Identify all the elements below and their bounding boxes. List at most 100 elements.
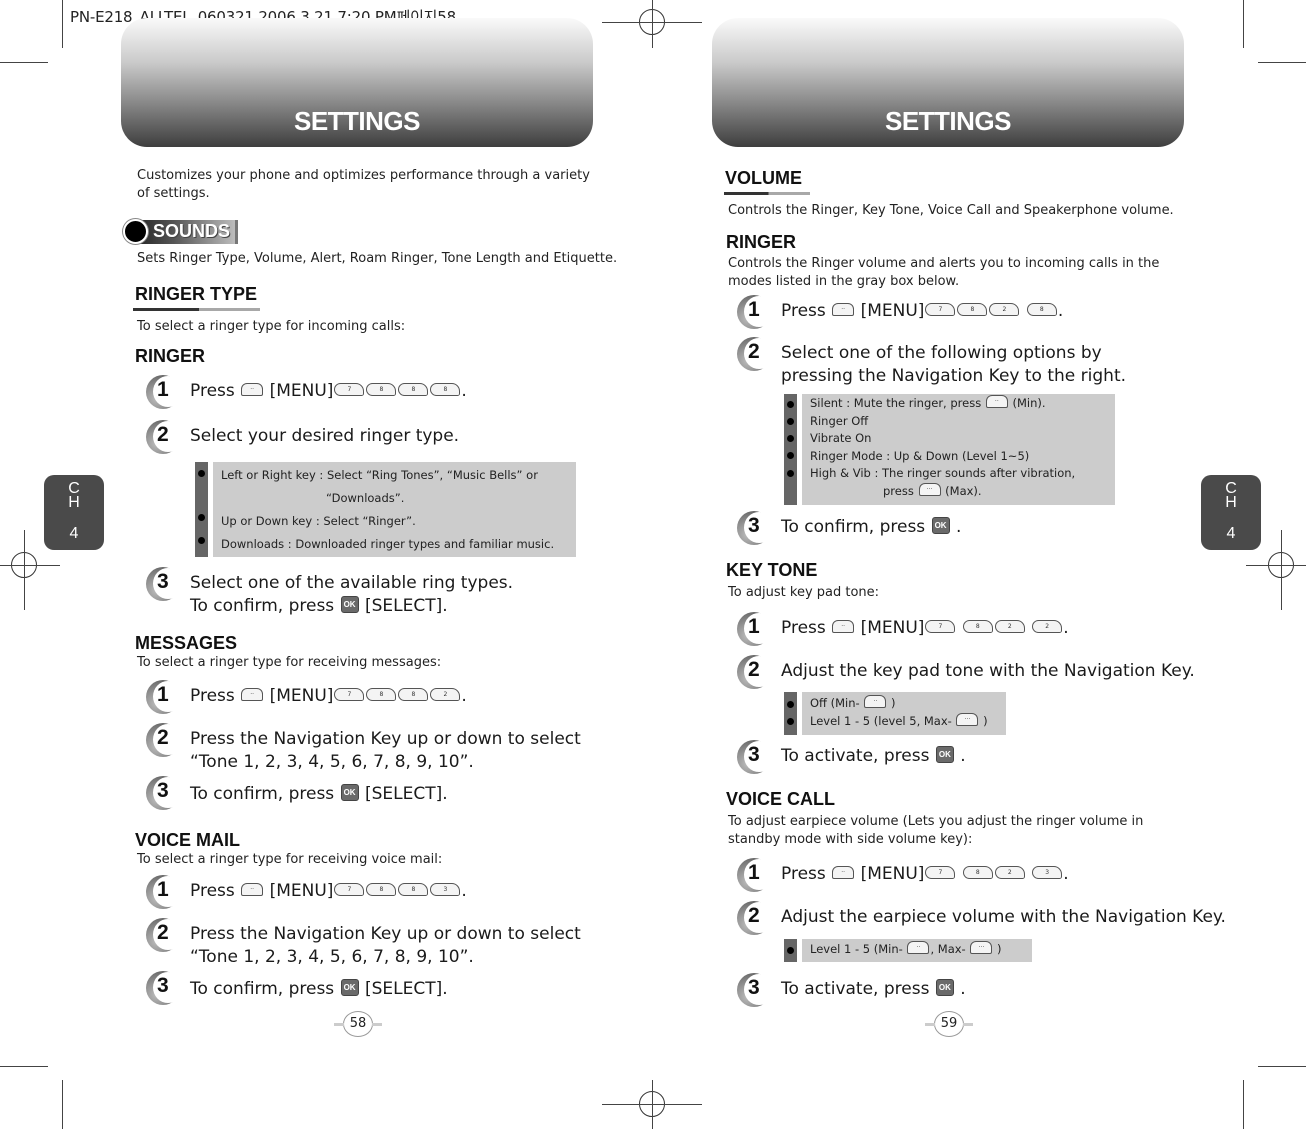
note-item: Downloads : Downloaded ringer types and …: [221, 537, 555, 551]
intro-text: Customizes your phone and optimizes perf…: [137, 168, 590, 201]
step-number-icon: 2: [146, 420, 183, 456]
banner-title: SETTINGS: [884, 106, 1012, 136]
step-2: 2 Press the Navigation Key up or down to…: [146, 918, 581, 969]
chapter-letters: CH: [1225, 480, 1237, 511]
step-1: 1 Press ·· [MENU] 7 82 3.: [737, 858, 1069, 894]
ok-key-icon: OK: [935, 745, 954, 763]
step-number-icon: 3: [737, 973, 774, 1009]
bullet-icon: [787, 470, 794, 477]
bullet-icon: [787, 718, 794, 725]
step-text: To confirm, press OK .: [781, 516, 962, 537]
bullet-icon: [198, 514, 205, 521]
registration-line: [652, 0, 653, 48]
step-number-icon: 2: [737, 655, 774, 691]
voice-call-notes-box: Level 1 - 5 (Min- ··, Max- ··· ): [784, 939, 1032, 962]
step-text: Select one of the available ring types. …: [190, 573, 514, 616]
note-item: Ringer Mode : Up & Down (Level 1~5): [810, 448, 1030, 463]
keypad-7-icon: 7: [334, 382, 365, 396]
crop-mark: [1243, 0, 1244, 48]
step-number-icon: 2: [737, 901, 774, 937]
banner-title: SETTINGS: [293, 106, 421, 136]
step-text: Select one of the following options by p…: [781, 343, 1127, 386]
keypad-8-icon: 8: [1026, 302, 1057, 316]
step-text: To confirm, press OK [SELECT].: [190, 783, 448, 804]
step-number-icon: 3: [146, 776, 183, 812]
step-number-icon: 3: [737, 740, 774, 776]
note-item: Level 1 - 5 (level 5, Max- ··· ): [810, 712, 988, 728]
crop-mark: [62, 1080, 63, 1129]
chapter-letters: CH: [68, 480, 80, 511]
step-1: 1 Press ·· [MENU] 7 8 8 2.: [146, 680, 467, 716]
key-tone-description: To adjust key pad tone:: [728, 585, 880, 600]
crop-mark: [1258, 62, 1306, 63]
step-text: Press the Navigation Key up or down to s…: [190, 924, 581, 967]
bullet-icon: [787, 701, 794, 708]
ok-key-icon: OK: [935, 978, 954, 996]
step-number-icon: 3: [146, 567, 183, 603]
crop-mark: [1258, 1066, 1306, 1067]
bullet-icon: [787, 401, 794, 408]
note-item: Vibrate On: [810, 431, 872, 445]
left-soft-key-icon: ··: [832, 619, 855, 633]
chapter-tab: CH 4: [1201, 475, 1261, 550]
note-item: Up or Down key : Select “Ringer”.: [221, 514, 416, 528]
keypad-8-icon: 8: [366, 687, 397, 701]
chapter-number: 4: [1226, 525, 1236, 542]
left-soft-key-icon: ··: [864, 695, 887, 708]
keypad-8-icon: 8: [962, 619, 993, 633]
right-soft-key-icon: ···: [970, 941, 993, 954]
ok-key-icon: OK: [340, 978, 359, 996]
bullet-icon: [787, 435, 794, 442]
registration-line: [652, 1080, 653, 1129]
step-2: 2 Select your desired ringer type.: [146, 420, 459, 456]
step-3: 3 To confirm, press OK [SELECT].: [146, 776, 448, 812]
right-banner: SETTINGS: [712, 18, 1184, 147]
ok-key-icon: OK: [340, 783, 359, 801]
section-tag-label: SOUNDS: [153, 221, 231, 241]
step-text: Press ·· [MENU] 7 82 2.: [781, 618, 1069, 638]
note-item: Off (Min- ·· ): [810, 695, 896, 710]
step-2: 2 Press the Navigation Key up or down to…: [146, 723, 581, 774]
left-soft-key-icon: ··: [985, 395, 1008, 408]
step-number-icon: 2: [737, 337, 774, 373]
crop-mark: [1243, 1080, 1244, 1129]
step-text: Adjust the earpiece volume with the Navi…: [781, 907, 1226, 927]
registration-line: [1281, 530, 1282, 610]
step-2: 2 Select one of the following options by…: [737, 337, 1126, 388]
registration-line: [24, 530, 25, 610]
keypad-8-icon: 8: [398, 882, 429, 896]
note-item: “Downloads”.: [326, 491, 405, 505]
keypad-2-icon: 2: [994, 865, 1025, 879]
heading-ringer-type: RINGER TYPE: [135, 284, 258, 304]
crop-mark: [0, 62, 48, 63]
keypad-2-icon: 2: [430, 687, 461, 701]
right-soft-key-icon: ···: [918, 482, 941, 496]
section-tag-sounds: SOUNDS: [123, 218, 238, 245]
heading-underline: [724, 192, 810, 195]
bullet-icon: [787, 452, 794, 459]
left-soft-key-icon: ··: [241, 687, 264, 701]
registration-line: [0, 565, 60, 566]
step-2: 2 Adjust the key pad tone with the Navig…: [737, 655, 1195, 691]
ok-key-icon: OK: [340, 595, 359, 613]
heading-key-tone: KEY TONE: [726, 560, 818, 580]
chapter-tab: CH 4: [44, 475, 104, 550]
left-soft-key-icon: ··: [832, 302, 855, 316]
step-3: 3 To confirm, press OK [SELECT].: [146, 971, 448, 1007]
step-number-icon: 1: [146, 680, 183, 716]
step-number-icon: 1: [146, 875, 183, 911]
keypad-2-icon: 2: [989, 302, 1020, 316]
keypad-7-icon: 7: [925, 302, 956, 316]
step-text: To activate, press OK .: [781, 978, 966, 999]
step-text: Press ·· [MENU] 7 8 2 8.: [781, 301, 1064, 321]
heading-ringer-volume: RINGER: [726, 232, 797, 252]
left-soft-key-icon: ··: [907, 941, 930, 954]
messages-description: To select a ringer type for receiving me…: [137, 655, 442, 670]
keypad-3-icon: 3: [1032, 865, 1063, 879]
note-item: Left or Right key : Select “Ring Tones”,…: [221, 468, 538, 482]
crop-mark: [0, 1066, 48, 1067]
heading-messages: MESSAGES: [135, 633, 238, 653]
keypad-8-icon: 8: [430, 382, 461, 396]
step-text: To activate, press OK .: [781, 745, 966, 766]
step-text: Press ·· [MENU] 7 8 8 8.: [190, 381, 467, 401]
